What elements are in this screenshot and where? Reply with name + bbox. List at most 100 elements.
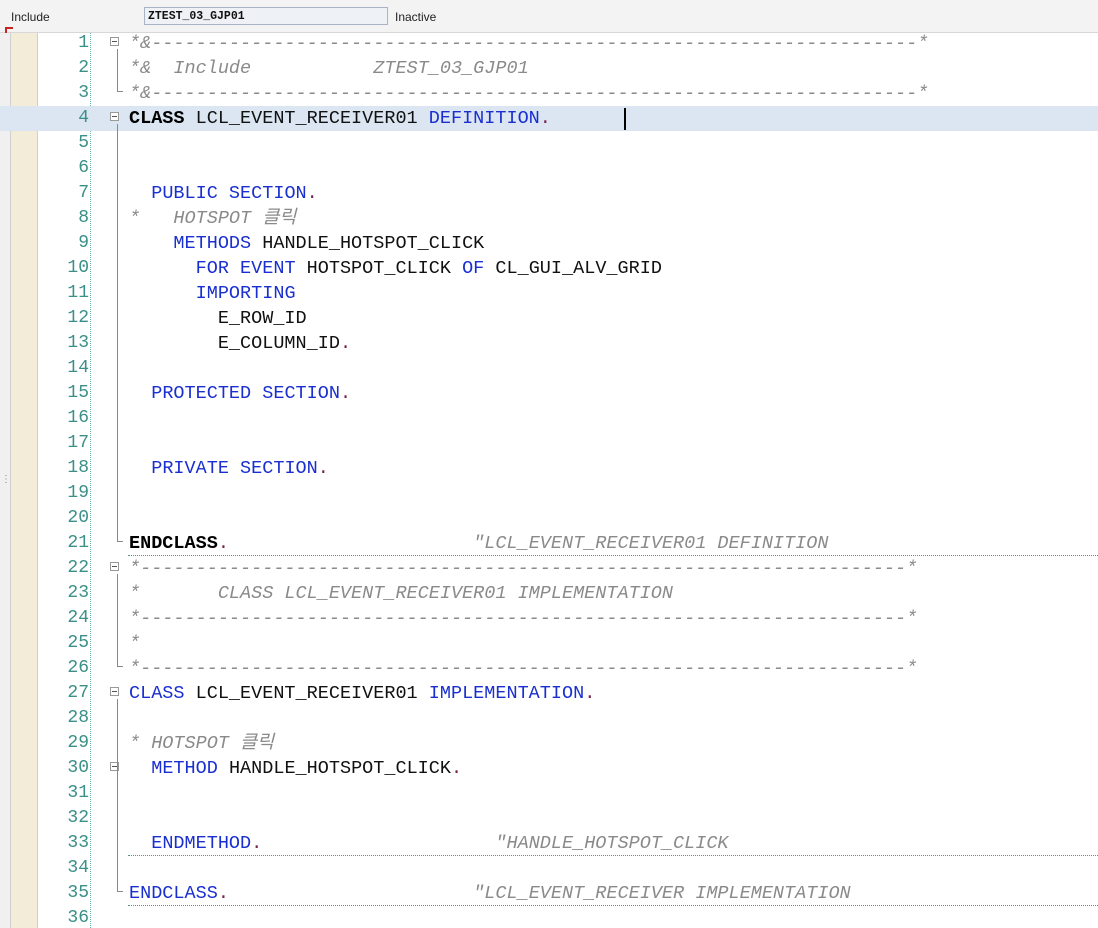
code-line[interactable]: 7 PUBLIC SECTION. [0,181,1098,206]
code-line[interactable]: 35 ENDCLASS. "LCL_EVENT_RECEIVER IMPLEMEN… [0,881,1098,906]
comment-token: *& Include ZTEST_03_GJP01 [129,58,529,79]
identifier-token [129,383,151,404]
keyword-token: ENDCLASS [129,533,218,554]
code-text: CLASS LCL_EVENT_RECEIVER01 DEFINITION. [129,106,551,131]
collapse-icon[interactable] [110,37,119,46]
abap-code-editor[interactable]: ⋮ 1 *&-----------------------------------… [0,33,1098,928]
line-number: 32 [67,808,89,828]
period-token: . [339,383,352,404]
code-line[interactable]: 30 METHOD HANDLE_HOTSPOT_CLICK. [0,756,1098,781]
identifier-token: E_ROW_ID [129,308,307,329]
line-number: 21 [67,533,89,553]
code-line[interactable]: 28 [0,706,1098,731]
code-line[interactable]: 12 E_ROW_ID [0,306,1098,331]
code-line[interactable]: 24 *-------------------------------------… [0,606,1098,631]
period-token: . [450,758,463,779]
line-number: 29 [67,733,89,753]
code-line[interactable]: 17 [0,431,1098,456]
code-line[interactable]: 33 ENDMETHOD. "HANDLE_HOTSPOT_CLICK [0,831,1098,856]
comment-token: "LCL_EVENT_RECEIVER01 DEFINITION [473,533,829,554]
period-token: . [317,458,329,479]
fold-guide-end [117,541,123,542]
code-text: ENDCLASS. "LCL_EVENT_RECEIVER IMPLEMENTA… [129,881,851,906]
period-token: . [306,183,318,204]
comment-token: *&--------------------------------------… [129,83,929,104]
keyword-token: ENDCLASS [129,883,218,904]
code-line[interactable]: 29 * HOTSPOT 클릭 [0,731,1098,756]
line-number: 5 [78,133,89,153]
activation-status: Inactive [395,10,437,24]
code-text: CLASS LCL_EVENT_RECEIVER01 IMPLEMENTATIO… [129,681,595,706]
code-line[interactable]: 34 [0,856,1098,881]
line-number: 10 [67,258,89,278]
keyword-token: PRIVATE SECTION [151,458,318,479]
code-line[interactable]: 27 CLASS LCL_EVENT_RECEIVER01 IMPLEMENTAT… [0,681,1098,706]
period-token: . [251,833,263,854]
identifier-token [262,833,495,854]
code-line[interactable]: 31 [0,781,1098,806]
line-number: 25 [67,633,89,653]
code-line[interactable]: 22 *-------------------------------------… [0,556,1098,581]
code-line[interactable]: 4 CLASS LCL_EVENT_RECEIVER01 DEFINITION. [0,106,1098,131]
code-line[interactable]: 2 *& Include ZTEST_03_GJP01 [0,56,1098,81]
line-number: 33 [67,833,89,853]
code-line[interactable]: 36 [0,906,1098,928]
code-line[interactable]: 8 * HOTSPOT 클릭 [0,206,1098,231]
code-text: *---------------------------------------… [129,606,917,631]
code-text: E_COLUMN_ID. [129,331,351,356]
code-line[interactable]: 10 FOR EVENT HOTSPOT_CLICK OF CL_GUI_ALV… [0,256,1098,281]
identifier-token [129,833,151,854]
comment-token: "LCL_EVENT_RECEIVER IMPLEMENTATION [473,883,851,904]
fold-guide-end [117,666,123,667]
collapse-icon[interactable] [110,562,119,571]
code-line[interactable]: 6 [0,156,1098,181]
identifier-token: CL_GUI_ALV_GRID [484,258,662,279]
code-line[interactable]: 23 * CLASS LCL_EVENT_RECEIVER01 IMPLEMENT… [0,581,1098,606]
code-line[interactable]: 16 [0,406,1098,431]
code-line[interactable]: 3 *&-------------------------------------… [0,81,1098,106]
code-line[interactable]: 14 [0,356,1098,381]
code-line[interactable]: 25 * [0,631,1098,656]
code-line[interactable]: 1 *&-------------------------------------… [0,33,1098,56]
code-text: *& Include ZTEST_03_GJP01 [129,56,529,81]
code-text: * CLASS LCL_EVENT_RECEIVER01 IMPLEMENTAT… [129,581,673,606]
code-line[interactable]: 21 ENDCLASS. "LCL_EVENT_RECEIVER01 DEFINI… [0,531,1098,556]
collapse-icon[interactable] [110,687,119,696]
program-name-field[interactable]: ZTEST_03_GJP01 [144,7,388,25]
code-text: *---------------------------------------… [129,656,917,681]
fold-guide-end [117,891,123,892]
code-line[interactable]: 18 PRIVATE SECTION. [0,456,1098,481]
line-number: 26 [67,658,89,678]
code-line[interactable]: 11 IMPORTING [0,281,1098,306]
code-line[interactable]: 5 [0,131,1098,156]
identifier-token: E_COLUMN_ID [129,333,340,354]
line-number: 16 [67,408,89,428]
code-line[interactable]: 9 METHODS HANDLE_HOTSPOT_CLICK [0,231,1098,256]
code-text: PUBLIC SECTION. [129,181,318,206]
code-line[interactable]: 32 [0,806,1098,831]
code-line[interactable]: 26 *-------------------------------------… [0,656,1098,681]
line-number: 36 [67,908,89,928]
line-number: 18 [67,458,89,478]
code-text: E_ROW_ID [129,306,307,331]
collapse-icon[interactable] [110,112,119,121]
code-line[interactable]: 15 PROTECTED SECTION. [0,381,1098,406]
line-number: 13 [67,333,89,353]
period-token: . [539,108,551,129]
code-text: PRIVATE SECTION. [129,456,329,481]
line-number: 7 [78,183,89,203]
keyword-token: CLASS [129,683,185,704]
comment-token: *---------------------------------------… [129,608,918,629]
identifier-token: LCL_EVENT_RECEIVER01 [184,683,429,704]
code-line[interactable]: 19 [0,481,1098,506]
code-line[interactable]: 20 [0,506,1098,531]
code-text: METHOD HANDLE_HOTSPOT_CLICK. [129,756,462,781]
code-line[interactable]: 13 E_COLUMN_ID. [0,331,1098,356]
period-token: . [584,683,596,704]
line-number: 3 [78,83,89,103]
line-number: 1 [78,33,89,53]
line-number: 35 [67,883,89,903]
line-number: 19 [67,483,89,503]
period-token: . [217,533,229,554]
code-text: *&--------------------------------------… [129,33,928,56]
